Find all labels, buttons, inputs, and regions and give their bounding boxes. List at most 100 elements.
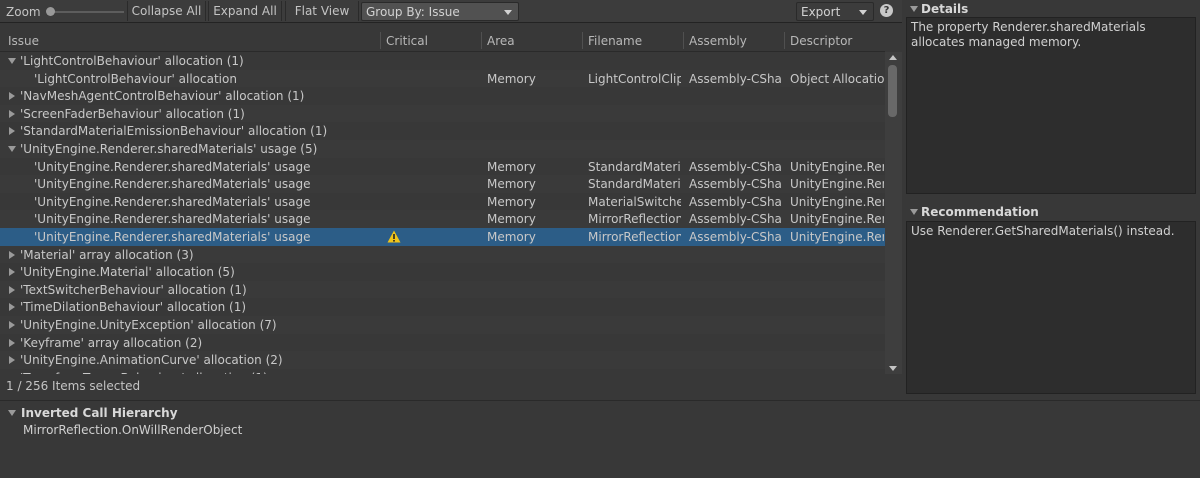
triangle-down-icon[interactable]	[8, 146, 16, 152]
issue-cell: 'UnityEngine.AnimationCurve' allocation …	[20, 353, 380, 367]
group-row[interactable]: 'LightControlBehaviour' allocation (1)	[0, 52, 885, 70]
triangle-right-icon[interactable]	[9, 303, 15, 311]
flat-view-button[interactable]: Flat View	[285, 1, 359, 21]
issue-cell: 'LightControlBehaviour' allocation (1)	[20, 54, 380, 68]
scroll-up-arrow-icon[interactable]	[889, 55, 897, 60]
table-row[interactable]: 'UnityEngine.Renderer.sharedMaterials' u…	[0, 210, 885, 228]
assembly-cell: Assembly-CSharp	[689, 212, 782, 226]
help-icon[interactable]: ?	[880, 4, 893, 17]
triangle-down-icon[interactable]	[8, 58, 16, 64]
chevron-down-icon	[504, 10, 512, 15]
column-separator[interactable]	[481, 32, 482, 49]
issue-cell: 'NavMeshAgentControlBehaviour' allocatio…	[20, 89, 380, 103]
triangle-right-icon[interactable]	[9, 339, 15, 347]
column-separator[interactable]	[582, 32, 583, 49]
triangle-down-icon	[910, 6, 918, 12]
group-by-dropdown[interactable]: Group By: Issue	[361, 2, 519, 21]
column-header-descriptor[interactable]: Descriptor	[790, 34, 852, 48]
group-row[interactable]: 'TextSwitcherBehaviour' allocation (1)	[0, 281, 885, 299]
triangle-right-icon[interactable]	[9, 268, 15, 276]
column-separator[interactable]	[380, 32, 381, 49]
group-row[interactable]: 'NavMeshAgentControlBehaviour' allocatio…	[0, 87, 885, 105]
triangle-right-icon[interactable]	[9, 127, 15, 135]
export-dropdown[interactable]: Export	[796, 2, 874, 21]
area-cell: Memory	[487, 212, 579, 226]
group-row[interactable]: 'UnityEngine.Material' allocation (5)	[0, 263, 885, 281]
assembly-cell: Assembly-CSharp	[689, 195, 782, 209]
group-row[interactable]: 'TransformTweenBehaviour' allocation (1)	[0, 369, 885, 374]
group-row[interactable]: 'UnityEngine.UnityException' allocation …	[0, 316, 885, 334]
issue-cell: 'TextSwitcherBehaviour' allocation (1)	[20, 283, 380, 297]
issue-cell: 'UnityEngine.Renderer.sharedMaterials' u…	[34, 195, 379, 209]
details-header[interactable]: Details	[906, 0, 1196, 18]
recommendation-header[interactable]: Recommendation	[906, 203, 1196, 221]
column-header-issue[interactable]: Issue	[8, 34, 39, 48]
collapse-all-button[interactable]: Collapse All	[127, 1, 206, 21]
issue-cell: 'UnityEngine.Renderer.sharedMaterials' u…	[34, 230, 379, 244]
triangle-right-icon[interactable]	[9, 286, 15, 294]
scroll-down-arrow-icon[interactable]	[889, 366, 897, 371]
call-hierarchy-entry[interactable]: MirrorReflection.OnWillRenderObject	[23, 423, 242, 437]
issues-table: Issue Critical Area Filename Assembly De…	[0, 30, 902, 374]
triangle-right-icon[interactable]	[9, 251, 15, 259]
issue-cell: 'ScreenFaderBehaviour' allocation (1)	[20, 107, 380, 121]
descriptor-cell: UnityEngine.Renderer.sharedMaterials	[790, 160, 884, 174]
assembly-cell: Assembly-CSharp	[689, 72, 782, 86]
issue-cell: 'Material' array allocation (3)	[20, 248, 380, 262]
table-row[interactable]: 'LightControlBehaviour' allocation Memory…	[0, 70, 885, 88]
triangle-right-icon[interactable]	[9, 356, 15, 364]
group-row[interactable]: 'StandardMaterialEmissionBehaviour' allo…	[0, 122, 885, 140]
filename-cell: StandardMaterialEmission.cs	[588, 177, 681, 191]
descriptor-cell: Object Allocation	[790, 72, 884, 86]
export-label: Export	[801, 5, 840, 19]
group-row[interactable]: 'UnityEngine.AnimationCurve' allocation …	[0, 351, 885, 369]
triangle-right-icon[interactable]	[9, 321, 15, 329]
recommendation-title: Recommendation	[921, 205, 1039, 219]
issue-cell: 'TimeDilationBehaviour' allocation (1)	[20, 300, 380, 314]
table-row[interactable]: 'UnityEngine.Renderer.sharedMaterials' u…	[0, 175, 885, 193]
issue-cell: 'UnityEngine.Renderer.sharedMaterials' u…	[34, 177, 379, 191]
call-hierarchy-header[interactable]: Inverted Call Hierarchy	[4, 404, 404, 422]
column-header-assembly[interactable]: Assembly	[689, 34, 747, 48]
table-row[interactable]: 'UnityEngine.Renderer.sharedMaterials' u…	[0, 193, 885, 211]
column-separator[interactable]	[784, 32, 785, 49]
expand-all-button[interactable]: Expand All	[208, 1, 282, 21]
triangle-right-icon[interactable]	[9, 110, 15, 118]
vertical-scrollbar[interactable]	[885, 52, 902, 374]
details-box: The property Renderer.sharedMaterials al…	[906, 17, 1196, 194]
group-row[interactable]: 'Keyframe' array allocation (2)	[0, 334, 885, 352]
area-cell: Memory	[487, 177, 579, 191]
triangle-right-icon[interactable]	[9, 92, 15, 100]
column-header-filename[interactable]: Filename	[588, 34, 642, 48]
column-separator[interactable]	[683, 32, 684, 49]
filename-cell: LightControlClip.cs	[588, 72, 681, 86]
zoom-slider-thumb[interactable]	[46, 7, 55, 16]
scrollbar-thumb[interactable]	[888, 65, 897, 117]
triangle-down-icon	[910, 209, 918, 215]
assembly-cell: Assembly-CSharp	[689, 160, 782, 174]
call-hierarchy-title: Inverted Call Hierarchy	[21, 406, 178, 420]
group-row[interactable]: 'UnityEngine.Renderer.sharedMaterials' u…	[0, 140, 885, 158]
warning-icon	[387, 230, 401, 243]
area-cell: Memory	[487, 72, 579, 86]
details-title: Details	[921, 2, 968, 16]
issue-cell: 'StandardMaterialEmissionBehaviour' allo…	[20, 124, 380, 138]
group-row[interactable]: 'ScreenFaderBehaviour' allocation (1)	[0, 105, 885, 123]
group-row[interactable]: 'Material' array allocation (3)	[0, 246, 885, 264]
issue-cell: 'UnityEngine.Renderer.sharedMaterials' u…	[34, 160, 379, 174]
group-row[interactable]: 'TimeDilationBehaviour' allocation (1)	[0, 298, 885, 316]
issue-cell: 'LightControlBehaviour' allocation	[34, 72, 379, 86]
assembly-cell: Assembly-CSharp	[689, 230, 782, 244]
filename-cell: MaterialSwitcher.cs	[588, 195, 681, 209]
descriptor-cell: UnityEngine.Renderer.sharedMaterials	[790, 177, 884, 191]
table-row[interactable]: 'UnityEngine.Renderer.sharedMaterials' u…	[0, 158, 885, 176]
table-row[interactable]: 'UnityEngine.Renderer.sharedMaterials' u…	[0, 228, 885, 246]
column-header-area[interactable]: Area	[487, 34, 515, 48]
table-header: Issue Critical Area Filename Assembly De…	[0, 30, 885, 52]
recommendation-box: Use Renderer.GetSharedMaterials() instea…	[906, 221, 1196, 394]
zoom-label: Zoom	[6, 5, 41, 19]
column-header-critical[interactable]: Critical	[386, 34, 428, 48]
issue-cell: 'UnityEngine.Renderer.sharedMaterials' u…	[20, 142, 380, 156]
filename-cell: MirrorReflection.cs	[588, 230, 681, 244]
zoom-slider[interactable]	[44, 6, 126, 17]
